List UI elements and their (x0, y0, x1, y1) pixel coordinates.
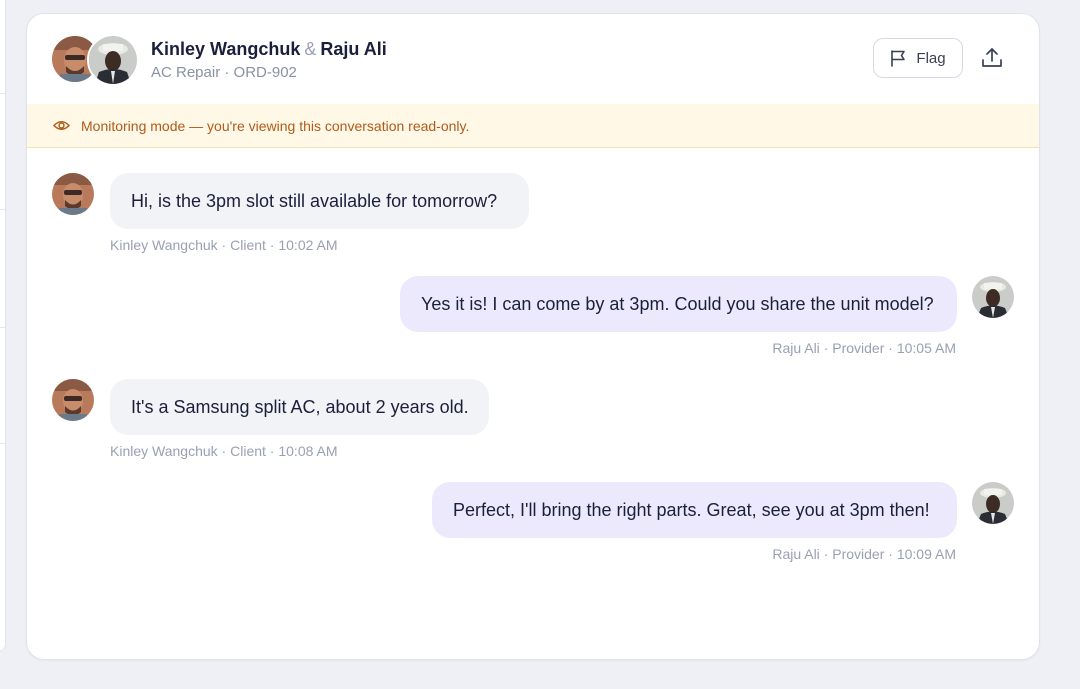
eye-icon (53, 121, 70, 130)
flag-label: Flag (916, 49, 946, 67)
message-meta: Kinley Wangchuk · Client · 10:08 AM (110, 443, 338, 459)
sender-role: Client (230, 443, 266, 459)
order-id: ORD-902 (233, 64, 297, 81)
meta-dot: · (221, 237, 227, 253)
meta-dot: · (221, 443, 227, 459)
message-meta: Raju Ali · Provider · 10:05 AM (772, 340, 956, 356)
sender-role: Provider (832, 340, 885, 356)
flag-icon (891, 50, 906, 67)
conversation-header: Kinley Wangchuk & Raju Ali AC Repair · ORD… (27, 14, 1039, 105)
meta-dot: · (823, 546, 829, 562)
message-meta: Raju Ali · Provider · 10:09 AM (772, 546, 956, 562)
left-panel-edge (0, 0, 6, 652)
message-text: Yes it is! I can come by at 3pm. Could y… (421, 293, 934, 314)
conversation-subtitle: AC Repair · ORD-902 (151, 64, 297, 81)
sender-name: Raju Ali (772, 340, 820, 356)
monitoring-banner: Monitoring mode — you're viewing this co… (27, 104, 1039, 148)
conversation-title: Kinley Wangchuk & Raju Ali (151, 39, 387, 60)
sender-name: Kinley Wangchuk (110, 443, 218, 459)
flag-button[interactable]: Flag (873, 38, 963, 78)
message-text: Perfect, I'll bring the right parts. Gre… (453, 499, 930, 520)
service-name: AC Repair (151, 64, 221, 81)
meta-dot: · (269, 443, 275, 459)
separator-dot: · (224, 64, 230, 81)
message-avatar-provider (972, 276, 1014, 318)
meta-dot: · (269, 237, 275, 253)
message-time: 10:05 AM (896, 340, 956, 356)
message-meta: Kinley Wangchuk · Client · 10:02 AM (110, 237, 338, 253)
client-name: Kinley Wangchuk (151, 39, 301, 59)
message-time: 10:09 AM (896, 546, 956, 562)
message-time: 10:02 AM (278, 237, 338, 253)
message-avatar-client (52, 379, 94, 421)
message-bubble: Hi, is the 3pm slot still available for … (110, 173, 529, 229)
provider-name: Raju Ali (320, 39, 387, 59)
sender-name: Raju Ali (772, 546, 820, 562)
sender-role: Provider (832, 546, 885, 562)
meta-dot: · (888, 546, 893, 562)
message-bubble: Yes it is! I can come by at 3pm. Could y… (400, 276, 957, 332)
meta-dot: · (823, 340, 829, 356)
message-bubble: It's a Samsung split AC, about 2 years o… (110, 379, 489, 435)
message-text: Hi, is the 3pm slot still available for … (131, 190, 498, 211)
ampersand: & (304, 39, 317, 59)
message-text: It's a Samsung split AC, about 2 years o… (131, 396, 469, 417)
share-upload-icon (982, 48, 1002, 67)
sender-name: Kinley Wangchuk (110, 237, 218, 253)
message-avatar-client (52, 173, 94, 215)
message-time: 10:08 AM (278, 443, 338, 459)
message-bubble: Perfect, I'll bring the right parts. Gre… (432, 482, 957, 538)
conversation-card: Kinley Wangchuk & Raju Ali AC Repair · ORD… (26, 13, 1040, 660)
message-avatar-provider (972, 482, 1014, 524)
sender-role: Client (230, 237, 266, 253)
banner-text: Monitoring mode — you're viewing this co… (81, 117, 470, 134)
meta-dot: · (888, 340, 893, 356)
provider-avatar (87, 34, 139, 86)
share-button[interactable] (979, 45, 1005, 71)
